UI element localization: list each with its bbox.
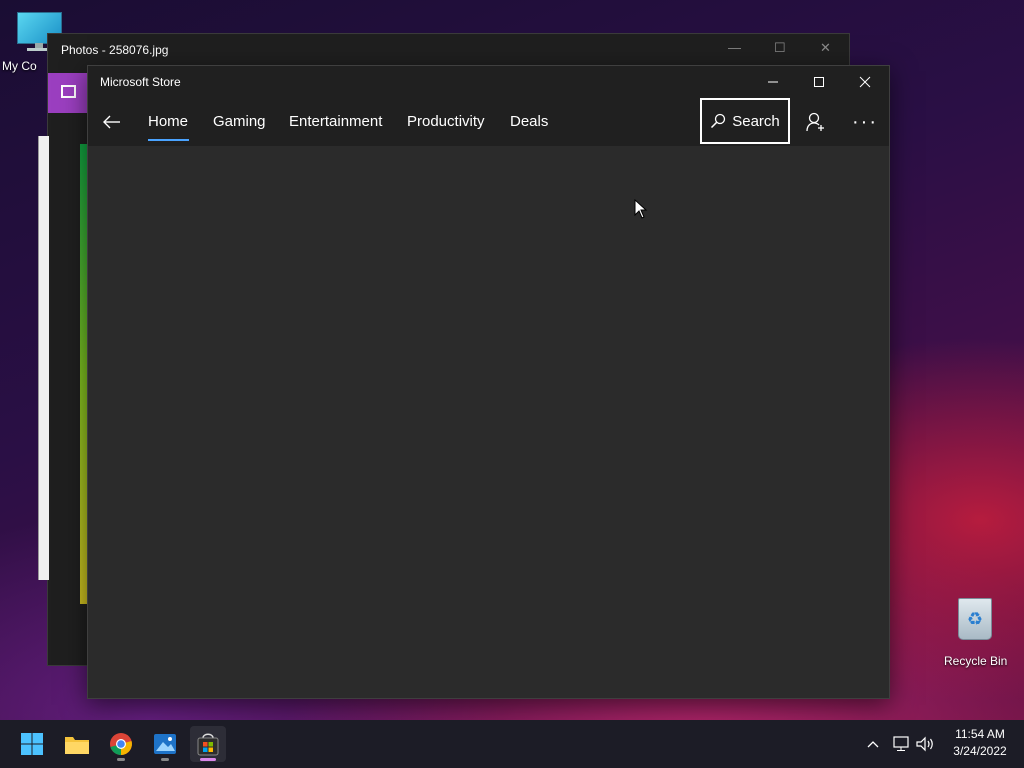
photos-window-title: Photos - 258076.jpg — [61, 43, 169, 57]
chrome-button[interactable] — [103, 726, 139, 762]
photos-app-icon — [48, 73, 88, 113]
back-arrow-icon — [103, 115, 120, 129]
photos-icon — [154, 734, 176, 754]
running-indicator — [117, 758, 125, 761]
taskbar: 11:54 AM 3/24/2022 — [0, 720, 1024, 768]
store-window-title: Microsoft Store — [100, 75, 181, 89]
speaker-icon — [916, 736, 933, 752]
recycle-bin-icon: ♻ — [958, 598, 992, 640]
photos-minimize-button[interactable]: — — [728, 40, 741, 55]
store-bag-icon — [197, 733, 219, 756]
photos-maximize-button[interactable]: ☐ — [774, 40, 786, 56]
more-options-button[interactable]: ··· — [848, 106, 882, 138]
tab-home[interactable]: Home — [148, 113, 188, 130]
windows-logo-icon — [21, 733, 43, 755]
store-minimize-button[interactable] — [750, 66, 796, 98]
chevron-up-icon — [867, 741, 879, 748]
search-icon — [711, 113, 726, 129]
file-explorer-button[interactable] — [59, 726, 95, 762]
photos-close-button[interactable]: ✕ — [820, 40, 831, 56]
active-app-indicator — [200, 758, 216, 761]
folder-icon — [65, 737, 89, 754]
add-user-icon — [806, 112, 824, 132]
show-hidden-icons-button[interactable] — [864, 720, 882, 768]
account-button[interactable] — [800, 106, 832, 138]
clock-time: 11:54 AM — [955, 727, 1005, 741]
search-button[interactable]: Search — [700, 98, 790, 144]
volume-button[interactable] — [914, 720, 938, 768]
store-close-button[interactable] — [842, 66, 888, 98]
close-icon — [859, 76, 871, 88]
minimize-icon — [768, 81, 778, 83]
microsoft-store-button[interactable] — [190, 726, 226, 762]
network-icon — [893, 736, 909, 751]
tab-gaming[interactable]: Gaming — [213, 113, 266, 130]
my-computer-label: My Co — [2, 59, 37, 73]
recycle-bin-shortcut[interactable]: ♻ Recycle Bin — [944, 598, 1008, 668]
mouse-cursor-icon — [634, 198, 648, 224]
photos-button[interactable] — [147, 726, 183, 762]
start-button[interactable] — [14, 726, 50, 762]
tab-deals[interactable]: Deals — [510, 113, 548, 130]
photos-side-strip — [38, 136, 49, 580]
network-button[interactable] — [890, 720, 912, 768]
tab-productivity[interactable]: Productivity — [407, 113, 485, 130]
store-maximize-button[interactable] — [796, 66, 842, 98]
clock[interactable]: 11:54 AM 3/24/2022 — [940, 726, 1020, 760]
search-label: Search — [732, 112, 780, 130]
active-tab-indicator — [148, 139, 189, 141]
maximize-icon — [814, 77, 824, 87]
recycle-bin-label: Recycle Bin — [944, 654, 1008, 668]
store-titlebar: Microsoft Store — [88, 66, 889, 98]
running-indicator — [161, 758, 169, 761]
clock-date: 3/24/2022 — [953, 744, 1007, 758]
store-content-area — [88, 146, 889, 698]
back-button[interactable] — [96, 106, 128, 138]
microsoft-store-window[interactable]: Microsoft Store Home Gaming Entertainmen… — [87, 65, 890, 699]
picture-icon — [61, 85, 76, 98]
chrome-icon — [110, 733, 132, 755]
store-navbar: Home Gaming Entertainment Productivity D… — [88, 98, 889, 146]
tab-entertainment[interactable]: Entertainment — [289, 113, 382, 130]
more-icon: ··· — [852, 110, 878, 133]
